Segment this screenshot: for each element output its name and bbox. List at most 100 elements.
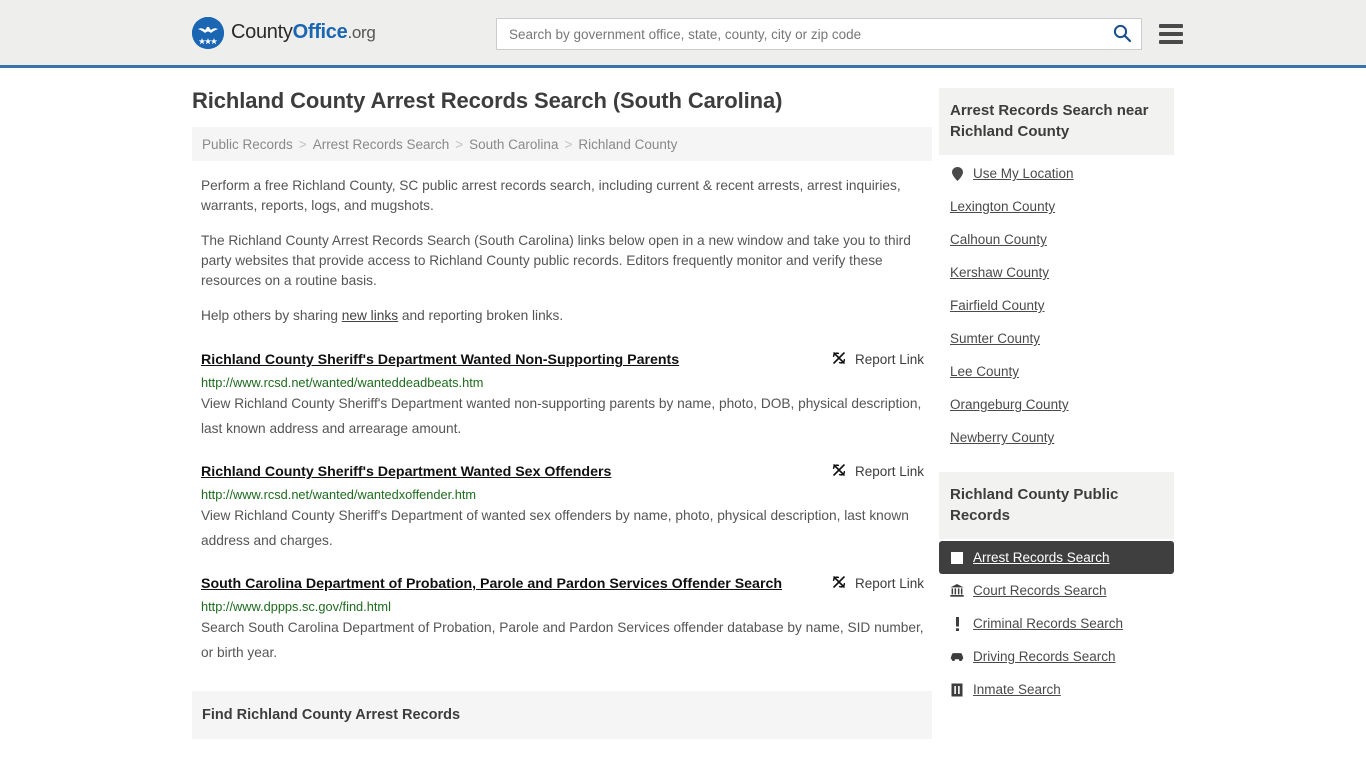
result-item: Richland County Sheriff's Department Wan… bbox=[201, 350, 924, 441]
result-description: View Richland County Sheriff's Departmen… bbox=[201, 508, 909, 548]
sidebar-item-orangeburg-county[interactable]: Orangeburg County bbox=[939, 388, 1174, 421]
logo-text-office: Office bbox=[292, 21, 348, 43]
sidebar-nearby-label: Orangeburg County bbox=[950, 397, 1069, 412]
intro-p3-after: and reporting broken links. bbox=[398, 308, 564, 323]
report-link-button[interactable]: Report Link bbox=[831, 462, 924, 481]
sidebar-nearby-label: Fairfield County bbox=[950, 298, 1045, 313]
report-link-label: Report Link bbox=[854, 464, 924, 479]
sidebar-item-driving-records-search[interactable]: Driving Records Search bbox=[939, 640, 1174, 673]
sidebar-item-newberry-county[interactable]: Newberry County bbox=[939, 421, 1174, 454]
new-links-link[interactable]: new links bbox=[342, 308, 398, 323]
sidebar-item-criminal-records-search[interactable]: Criminal Records Search bbox=[939, 607, 1174, 640]
result-header: Richland County Sheriff's Department Wan… bbox=[201, 462, 924, 482]
sidebar-nearby-label: Use My Location bbox=[973, 166, 1074, 181]
intro-paragraph-2: The Richland County Arrest Records Searc… bbox=[201, 233, 911, 288]
breadcrumb-item-arrest-records-search[interactable]: Arrest Records Search bbox=[313, 137, 450, 152]
breadcrumb-separator: > bbox=[455, 136, 464, 152]
sidebar-nearby-list: Use My Location Lexington County Calhoun… bbox=[939, 157, 1174, 454]
sidebar-record-label: Arrest Records Search bbox=[973, 550, 1110, 565]
breadcrumb-item-public-records[interactable]: Public Records bbox=[202, 137, 293, 152]
sidebar-nearby-label: Kershaw County bbox=[950, 265, 1050, 280]
sidebar-item-arrest-records-search[interactable]: Arrest Records Search bbox=[939, 541, 1174, 574]
sidebar-public-records-panel: Richland County Public Records Arrest Re… bbox=[939, 472, 1174, 706]
breadcrumb-separator: > bbox=[564, 136, 573, 152]
result-title-link[interactable]: South Carolina Department of Probation, … bbox=[201, 574, 782, 594]
car-icon bbox=[950, 649, 964, 664]
sidebar-record-label: Inmate Search bbox=[973, 682, 1061, 697]
header-search-area bbox=[496, 18, 1183, 50]
intro-p3-before: Help others by sharing bbox=[201, 308, 342, 323]
search-button[interactable] bbox=[1111, 23, 1133, 45]
main-content: Richland County Arrest Records Search (S… bbox=[192, 68, 932, 739]
breadcrumb-item-richland-county[interactable]: Richland County bbox=[578, 137, 677, 152]
sidebar-public-records-heading: Richland County Public Records bbox=[939, 472, 1174, 539]
sidebar-item-lexington-county[interactable]: Lexington County bbox=[939, 190, 1174, 223]
results-list: Richland County Sheriff's Department Wan… bbox=[192, 350, 932, 665]
hamburger-menu-icon[interactable] bbox=[1159, 24, 1183, 44]
map-pin-icon bbox=[950, 166, 964, 181]
result-title-link[interactable]: Richland County Sheriff's Department Wan… bbox=[201, 350, 679, 370]
report-link-button[interactable]: Report Link bbox=[831, 350, 924, 369]
breadcrumb: Public Records > Arrest Records Search >… bbox=[192, 127, 932, 161]
sidebar-item-court-records-search[interactable]: Court Records Search bbox=[939, 574, 1174, 607]
result-header: Richland County Sheriff's Department Wan… bbox=[201, 350, 924, 370]
broken-link-icon bbox=[831, 462, 847, 481]
sidebar-nearby-label: Lexington County bbox=[950, 199, 1056, 214]
hamburger-bar bbox=[1159, 40, 1183, 44]
handcuffs-glyph bbox=[951, 551, 963, 564]
sidebar: Arrest Records Search near Richland Coun… bbox=[939, 68, 1174, 739]
find-records-heading: Find Richland County Arrest Records bbox=[192, 691, 932, 739]
page-title: Richland County Arrest Records Search (S… bbox=[192, 88, 783, 113]
sidebar-item-lee-county[interactable]: Lee County bbox=[939, 355, 1174, 388]
breadcrumb-separator: > bbox=[298, 136, 307, 152]
broken-link-icon bbox=[831, 574, 847, 593]
hamburger-bar bbox=[1159, 24, 1183, 28]
sidebar-item-use-my-location[interactable]: Use My Location bbox=[939, 157, 1174, 190]
logo-text-county: County bbox=[231, 21, 293, 43]
sidebar-item-sumter-county[interactable]: Sumter County bbox=[939, 322, 1174, 355]
result-description: Search South Carolina Department of Prob… bbox=[201, 620, 924, 660]
report-link-label: Report Link bbox=[854, 576, 924, 591]
result-header: South Carolina Department of Probation, … bbox=[201, 574, 924, 594]
page-body: Richland County Arrest Records Search (S… bbox=[0, 68, 1366, 739]
result-url[interactable]: http://www.rcsd.net/wanted/wantedxoffend… bbox=[201, 486, 924, 503]
sidebar-nearby-label: Sumter County bbox=[950, 331, 1041, 346]
sidebar-nearby-panel: Arrest Records Search near Richland Coun… bbox=[939, 88, 1174, 454]
sidebar-item-calhoun-county[interactable]: Calhoun County bbox=[939, 223, 1174, 256]
sidebar-nearby-label: Lee County bbox=[950, 364, 1020, 379]
report-link-button[interactable]: Report Link bbox=[831, 574, 924, 593]
sidebar-public-records-list: Arrest Records Search Court Records Sear… bbox=[939, 541, 1174, 706]
sidebar-item-kershaw-county[interactable]: Kershaw County bbox=[939, 256, 1174, 289]
result-item: Richland County Sheriff's Department Wan… bbox=[201, 462, 924, 553]
sidebar-nearby-heading: Arrest Records Search near Richland Coun… bbox=[939, 88, 1174, 155]
eagle-seal-icon bbox=[192, 16, 224, 49]
site-logo-text: CountyOffice.org bbox=[231, 21, 376, 44]
result-item: South Carolina Department of Probation, … bbox=[201, 574, 924, 665]
result-url[interactable]: http://www.rcsd.net/wanted/wanteddeadbea… bbox=[201, 374, 924, 391]
sidebar-record-label: Criminal Records Search bbox=[973, 616, 1124, 631]
courthouse-icon bbox=[950, 583, 964, 598]
breadcrumb-item-south-carolina[interactable]: South Carolina bbox=[469, 137, 558, 152]
sidebar-item-fairfield-county[interactable]: Fairfield County bbox=[939, 289, 1174, 322]
intro-paragraph-1: Perform a free Richland County, SC publi… bbox=[201, 178, 901, 213]
result-title-link[interactable]: Richland County Sheriff's Department Wan… bbox=[201, 462, 611, 482]
sidebar-record-label: Court Records Search bbox=[973, 583, 1107, 598]
sidebar-nearby-label: Newberry County bbox=[950, 430, 1055, 445]
search-box[interactable] bbox=[496, 18, 1142, 50]
jail-icon bbox=[950, 682, 964, 697]
sidebar-nearby-label: Calhoun County bbox=[950, 232, 1047, 247]
broken-link-icon bbox=[831, 350, 847, 369]
sidebar-record-label: Driving Records Search bbox=[973, 649, 1116, 664]
handcuffs-icon bbox=[950, 550, 964, 565]
search-icon bbox=[1112, 23, 1132, 46]
logo-text-org: .org bbox=[347, 23, 376, 42]
intro-section: Perform a free Richland County, SC publi… bbox=[192, 176, 932, 326]
sidebar-item-inmate-search[interactable]: Inmate Search bbox=[939, 673, 1174, 706]
result-url[interactable]: http://www.dppps.sc.gov/find.html bbox=[201, 598, 924, 615]
site-logo[interactable]: CountyOffice.org bbox=[192, 16, 376, 49]
exclamation-icon bbox=[950, 616, 964, 631]
report-link-label: Report Link bbox=[854, 352, 924, 367]
intro-paragraph-3: Help others by sharing new links and rep… bbox=[192, 306, 932, 326]
result-description: View Richland County Sheriff's Departmen… bbox=[201, 396, 922, 436]
search-input[interactable] bbox=[507, 25, 1111, 43]
